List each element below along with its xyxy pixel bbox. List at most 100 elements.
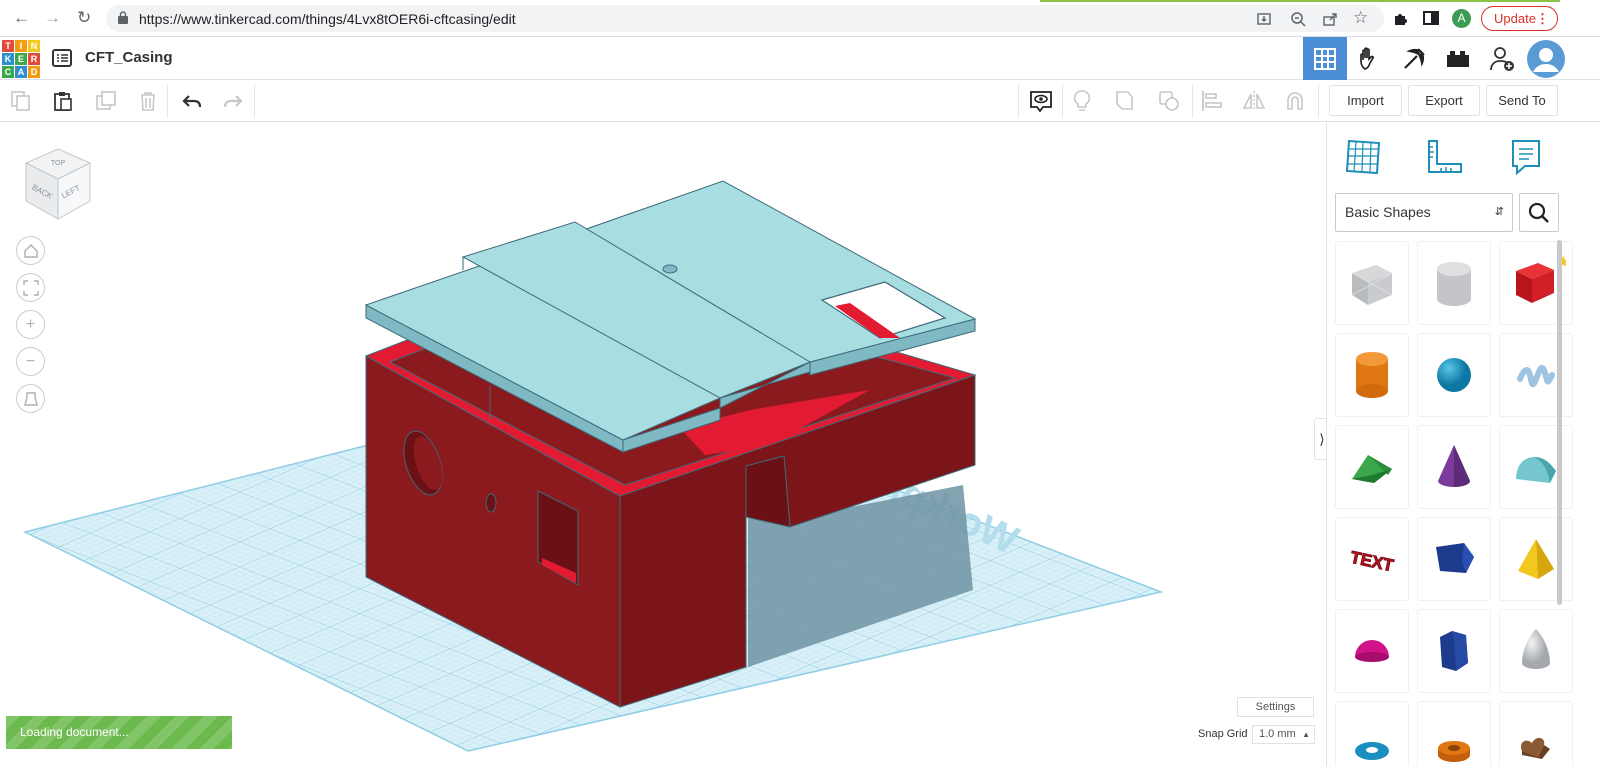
cruise-magnet-icon (1287, 92, 1303, 110)
align-icon (1202, 91, 1222, 111)
panel-scrollbar[interactable] (1557, 240, 1562, 605)
bricks-button[interactable] (1436, 37, 1480, 80)
chevron-right-icon: ⟩ (1319, 431, 1325, 447)
forward-arrow-icon[interactable]: → (44, 9, 61, 27)
import-button[interactable]: Import (1329, 85, 1402, 116)
shape-sphere[interactable] (1417, 333, 1491, 417)
settings-button[interactable]: Settings (1237, 697, 1314, 717)
duplicate-icon (96, 91, 116, 110)
shape-heart[interactable] (1499, 701, 1573, 766)
align-button[interactable] (1200, 89, 1224, 113)
ruler-tool-button[interactable] (1423, 135, 1467, 179)
shape-cone[interactable] (1417, 425, 1491, 509)
cruise-button[interactable] (1283, 89, 1307, 113)
shape-half-sphere[interactable] (1335, 609, 1409, 693)
tube-shape (1438, 741, 1470, 762)
duplicate-button[interactable] (94, 89, 118, 113)
redo-button[interactable] (221, 89, 245, 113)
snap-grid-select[interactable]: 1.0 mm ▲ (1252, 725, 1315, 744)
shape-category-select[interactable]: Basic Shapes ⇵ (1335, 193, 1513, 232)
shape-search-button[interactable] (1519, 193, 1559, 232)
workplane-viewport[interactable]: Workplane TOP BACK LEFT (0, 123, 1326, 766)
note-button[interactable] (1029, 89, 1053, 113)
browser-toolbar: ← → ↻ https://www.tinkercad.com/things/4… (0, 0, 1600, 37)
logo-letter: A (15, 66, 27, 78)
perspective-button[interactable] (16, 384, 45, 413)
delete-button[interactable] (136, 89, 160, 113)
extensions-puzzle-icon[interactable] (1392, 10, 1408, 26)
project-list-icon[interactable] (52, 49, 72, 67)
perspective-icon (23, 391, 38, 406)
hexagonal-prism-shape (1440, 631, 1468, 671)
lessons-button[interactable] (1392, 37, 1436, 80)
casing-small-hole (485, 493, 497, 513)
casing-inner-back (745, 455, 791, 528)
fit-view-button[interactable] (16, 273, 45, 302)
zoom-in-button[interactable]: + (16, 310, 45, 339)
zoom-icon[interactable] (1290, 11, 1306, 27)
scene-svg[interactable]: Workplane (0, 123, 1326, 766)
send-to-button[interactable]: Send To (1486, 85, 1558, 116)
lock-icon (118, 11, 128, 24)
back-arrow-icon[interactable]: ← (13, 9, 30, 27)
logo-letter: R (28, 53, 40, 65)
user-menu-button[interactable] (1524, 37, 1568, 80)
reload-icon[interactable]: ↻ (77, 9, 91, 27)
search-icon (1528, 202, 1549, 223)
undo-button[interactable] (180, 89, 204, 113)
light-bulb-icon (1073, 90, 1091, 111)
mirror-button[interactable] (1241, 89, 1265, 113)
shape-text[interactable]: TEXT (1335, 517, 1409, 601)
notes-tool-button[interactable] (1504, 135, 1548, 179)
home-view-button[interactable] (16, 236, 45, 265)
install-app-icon[interactable] (1256, 11, 1272, 27)
blocks-button[interactable] (1348, 37, 1392, 80)
polygon-shape (1436, 543, 1474, 573)
shape-polygon[interactable] (1417, 517, 1491, 601)
shape-box-hole[interactable] (1335, 241, 1409, 325)
blocks-hand-icon (1360, 46, 1375, 70)
undo-icon (182, 95, 202, 108)
toolbar-separator (254, 84, 255, 118)
copy-button[interactable] (9, 89, 33, 113)
browser-update-button[interactable]: Update ⋮ (1481, 6, 1558, 31)
roof-shape (1352, 455, 1392, 483)
shape-torus[interactable] (1335, 701, 1409, 766)
cylinder-shape (1356, 352, 1388, 398)
delete-icon (141, 92, 155, 111)
zoom-out-button[interactable]: − (16, 347, 45, 376)
sphere-shape (1437, 358, 1471, 392)
shape-cylinder-hole[interactable] (1417, 241, 1491, 325)
paste-icon (54, 92, 72, 111)
group-button[interactable] (1114, 89, 1138, 113)
round-roof-shape (1516, 457, 1556, 483)
paste-button[interactable] (51, 89, 75, 113)
tinkercad-logo[interactable]: TIN KER CAD (2, 40, 40, 78)
light-bulb-button[interactable] (1070, 89, 1094, 113)
logo-letter: C (2, 66, 14, 78)
profile-avatar[interactable]: A (1452, 9, 1471, 28)
shape-cylinder[interactable] (1335, 333, 1409, 417)
share-invite-button[interactable] (1480, 37, 1524, 80)
share-icon[interactable] (1322, 11, 1338, 27)
plus-icon: + (25, 315, 36, 333)
url-text: https://www.tinkercad.com/things/4Lvx8tO… (139, 11, 516, 27)
3d-design-view-button[interactable] (1303, 37, 1347, 80)
address-bar[interactable]: https://www.tinkercad.com/things/4Lvx8tO… (106, 5, 1384, 32)
ruler-icon (1428, 140, 1462, 173)
ungroup-button[interactable] (1157, 89, 1181, 113)
bookmark-star-icon[interactable]: ☆ (1353, 8, 1368, 28)
shape-roof[interactable] (1335, 425, 1409, 509)
project-title[interactable]: CFT_Casing (85, 49, 173, 66)
shape-paraboloid[interactable] (1499, 609, 1573, 693)
text-shape-label: TEXT (1349, 548, 1396, 576)
paraboloid-shape (1522, 629, 1550, 669)
note-icon (1030, 91, 1052, 113)
shape-hexagonal-prism[interactable] (1417, 609, 1491, 693)
workplane-tool-button[interactable] (1341, 135, 1385, 179)
app-header: TIN KER CAD CFT_Casing (0, 37, 1600, 80)
side-panel-icon[interactable] (1423, 10, 1439, 26)
view-cube[interactable]: TOP BACK LEFT (22, 145, 94, 223)
shape-tube[interactable] (1417, 701, 1491, 766)
export-button[interactable]: Export (1408, 85, 1480, 116)
